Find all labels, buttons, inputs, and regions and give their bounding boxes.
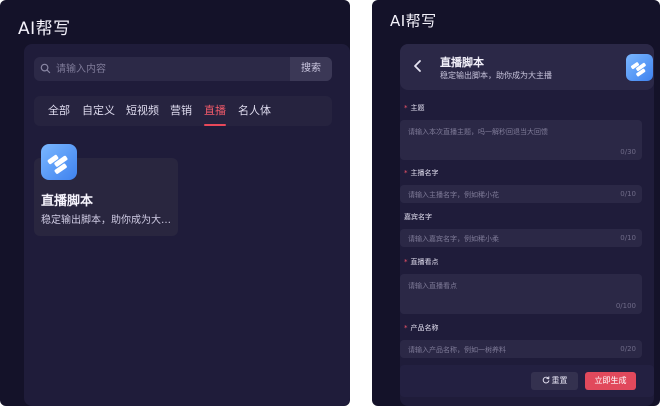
char-counter: 0/10 bbox=[620, 234, 636, 242]
generate-button[interactable]: 立即生成 bbox=[585, 372, 636, 390]
field-label-text: 主题 bbox=[410, 104, 425, 112]
char-counter: 0/100 bbox=[615, 302, 636, 310]
field-placeholder: 请输入直播看点 bbox=[408, 282, 457, 290]
tool-header-title: 直播脚本 bbox=[440, 56, 484, 69]
app-logo-icon bbox=[626, 54, 653, 81]
field-placeholder: 请输入产品名称，例如一树养料 bbox=[408, 346, 506, 354]
action-bar: 重置 立即生成 bbox=[400, 365, 654, 397]
tab-live[interactable]: 直播 bbox=[204, 96, 226, 126]
field-label-text: 产品名称 bbox=[410, 324, 439, 332]
tab-custom[interactable]: 自定义 bbox=[82, 96, 115, 126]
char-counter: 0/30 bbox=[620, 148, 636, 156]
search-icon bbox=[40, 63, 51, 74]
tool-description: 稳定输出脚本，助你成为大… bbox=[41, 215, 171, 226]
search-bar: 搜索 bbox=[34, 57, 332, 81]
tab-label: 名人体 bbox=[238, 104, 271, 117]
guest-name-label: 嘉宾名字 bbox=[404, 212, 432, 222]
field-label-text: 主播名字 bbox=[410, 169, 439, 177]
product-name-label: * 产品名称 bbox=[404, 323, 439, 333]
app-title: AI帮写 bbox=[18, 19, 71, 39]
tool-header-description: 稳定输出脚本，助你成为大主播 bbox=[440, 71, 552, 80]
right-panel: AI帮写 直播脚本 稳定输出脚本，助你成为大主播 * 主题 请输入本次直播主题，… bbox=[372, 0, 660, 406]
chevron-left-icon[interactable] bbox=[412, 59, 424, 73]
required-marker: * bbox=[404, 169, 408, 177]
category-tabs: 全部 自定义 短视频 营销 直播 名人体 bbox=[34, 96, 332, 126]
left-panel: AI帮写 搜索 全部 自定义 短视频 营销 直播 名人体 bbox=[0, 0, 350, 406]
reset-button[interactable]: 重置 bbox=[531, 372, 578, 390]
tab-short-video[interactable]: 短视频 bbox=[126, 96, 159, 126]
topic-label: * 主题 bbox=[404, 103, 425, 113]
tab-label: 自定义 bbox=[82, 104, 115, 117]
tool-header: 直播脚本 稳定输出脚本，助你成为大主播 bbox=[400, 44, 654, 90]
field-label-text: 嘉宾名字 bbox=[404, 213, 432, 221]
field-label-text: 直播看点 bbox=[410, 258, 439, 266]
required-marker: * bbox=[404, 258, 408, 266]
host-name-input[interactable]: 请输入主播名字，例如稀小花 0/10 bbox=[400, 185, 642, 203]
host-name-label: * 主播名字 bbox=[404, 168, 439, 178]
tab-all[interactable]: 全部 bbox=[48, 96, 70, 126]
product-name-input[interactable]: 请输入产品名称，例如一树养料 0/20 bbox=[400, 340, 642, 358]
tab-celebrity[interactable]: 名人体 bbox=[238, 96, 271, 126]
app-title: AI帮写 bbox=[390, 12, 437, 30]
guest-name-input[interactable]: 请输入嘉宾名字，例如稀小柔 0/10 bbox=[400, 229, 642, 247]
char-counter: 0/10 bbox=[620, 190, 636, 198]
tool-list-card: 搜索 全部 自定义 短视频 营销 直播 名人体 直播脚本 稳定输出脚本，助你成为… bbox=[24, 44, 350, 406]
tab-label: 直播 bbox=[204, 104, 226, 117]
app-logo-icon bbox=[41, 144, 77, 180]
highlights-label: * 直播看点 bbox=[404, 257, 439, 267]
field-placeholder: 请输入嘉宾名字，例如稀小柔 bbox=[408, 235, 499, 243]
reset-button-label: 重置 bbox=[551, 376, 568, 385]
refresh-icon bbox=[542, 376, 549, 384]
search-input[interactable] bbox=[56, 57, 286, 81]
search-button[interactable]: 搜索 bbox=[290, 57, 332, 81]
tab-label: 短视频 bbox=[126, 104, 159, 117]
topic-textarea[interactable]: 请输入本次直播主题，吗一解秒回退当大回馈 0/30 bbox=[400, 120, 642, 160]
char-counter: 0/20 bbox=[620, 345, 636, 353]
active-tab-indicator bbox=[204, 124, 226, 126]
tab-label: 全部 bbox=[48, 104, 70, 117]
required-marker: * bbox=[404, 104, 408, 112]
tab-label: 营销 bbox=[170, 104, 192, 117]
required-marker: * bbox=[404, 324, 408, 332]
field-placeholder: 请输入主播名字，例如稀小花 bbox=[408, 191, 499, 199]
form-card: 直播脚本 稳定输出脚本，助你成为大主播 * 主题 请输入本次直播主题，吗一解秒回退… bbox=[400, 44, 654, 406]
generate-button-label: 立即生成 bbox=[594, 376, 627, 385]
highlights-textarea[interactable]: 请输入直播看点 0/100 bbox=[400, 274, 642, 314]
tool-title: 直播脚本 bbox=[41, 194, 94, 209]
field-placeholder: 请输入本次直播主题，吗一解秒回退当大回馈 bbox=[408, 128, 548, 136]
tab-marketing[interactable]: 营销 bbox=[170, 96, 192, 126]
